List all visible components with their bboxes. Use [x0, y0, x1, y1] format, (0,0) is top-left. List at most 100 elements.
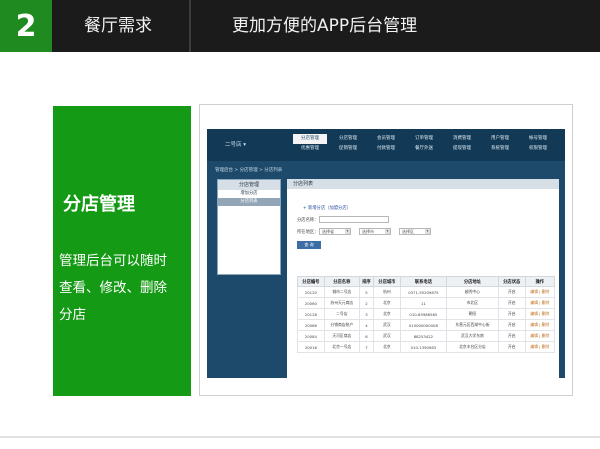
sidebar-item-add-store[interactable]: 增加分店	[218, 190, 280, 198]
cell: 0371-55209875	[399, 286, 448, 298]
cell: 朝阳	[446, 308, 499, 320]
cell: 010-1390983	[399, 341, 448, 353]
cell: 苏州天元商店	[323, 297, 360, 309]
feature-desc-line: 分店	[59, 307, 86, 323]
cell: 东营元区西湖中心街	[446, 319, 499, 331]
breadcrumb: 管理后台 > 分店管理 > 分店列表	[215, 168, 283, 173]
name-label: 分店名称：	[297, 218, 319, 223]
cell: 市北区	[446, 297, 499, 309]
feature-panel: 分店管理 管理后台可以随时 查看、修改、删除 分店	[53, 106, 191, 396]
screenshot-frame: 二号店 ▾ 分店管理 分店管理 会员管理 订单管理 消费管理 用户管理 帐号管理…	[199, 104, 573, 396]
row-actions[interactable]: 编辑 | 删除	[524, 297, 556, 309]
row-actions[interactable]: 编辑 | 删除	[524, 341, 556, 353]
admin-main: 分店列表 + 新增分店（加盟分店） 分店名称： 所在地区： 选择省 ▾ 选择市 ▾ …	[287, 179, 559, 378]
cell: 北京	[372, 308, 401, 320]
main-header: 分店列表	[287, 179, 559, 189]
cell: 20016	[297, 341, 325, 353]
cell: 11	[399, 297, 448, 309]
section-number: 2	[0, 0, 52, 52]
store-name-input[interactable]	[319, 216, 389, 223]
feature-desc-line: 查看、修改、删除	[59, 280, 167, 296]
nav-item[interactable]: 促销管理	[331, 144, 365, 154]
table-row: 20120 城市二号店 5 杭州 0371-55209875 越秀中心 开启 编…	[297, 286, 556, 298]
district-select[interactable]: 选择区 ▾	[399, 228, 431, 235]
nav-item[interactable]: 用户管理	[483, 134, 517, 144]
cell: 88253422	[399, 330, 448, 342]
chevron-down-icon: ▾	[385, 229, 390, 234]
col-header: 联系电话	[399, 276, 448, 287]
cell: 北京	[372, 297, 401, 309]
cell: 北京	[372, 341, 401, 353]
cell: 开启	[497, 286, 526, 298]
admin-topbar: 二号店 ▾ 分店管理 分店管理 会员管理 订单管理 消费管理 用户管理 帐号管理…	[207, 129, 565, 161]
feature-title: 分店管理	[63, 194, 135, 215]
col-header: 分店地址	[446, 276, 499, 287]
slide-header: 2 餐厅需求 更加方便的APP后台管理	[0, 0, 600, 52]
cell: 开启	[497, 341, 526, 353]
nav-item[interactable]: 分店管理	[293, 134, 327, 144]
nav-item[interactable]: 提现管理	[445, 144, 479, 154]
admin-sidebar: 分店管理 增加分店 分店列表	[217, 179, 281, 275]
cell: 6	[358, 330, 374, 342]
cell: 城市二号店	[323, 286, 360, 298]
province-select[interactable]: 选择省 ▾	[319, 228, 351, 235]
chevron-down-icon: ▾	[345, 229, 350, 234]
nav-item[interactable]: 优惠管理	[293, 144, 327, 154]
add-store-link-label: 新增分店（加盟分店）	[307, 206, 351, 211]
table-row: 20084 天河区商店 6 武汉 88253422 武汉大学东南 开启 编辑 |…	[297, 330, 556, 342]
chevron-down-icon: ▾	[425, 229, 430, 234]
row-actions[interactable]: 编辑 | 删除	[524, 330, 556, 342]
cell: 010-85986565	[399, 308, 448, 320]
query-button[interactable]: 查 询	[297, 241, 321, 249]
nav-item[interactable]: 系统管理	[483, 144, 517, 154]
col-header: 分店编号	[297, 276, 325, 287]
feature-desc-line: 管理后台可以随时	[59, 253, 167, 269]
nav-item[interactable]: 会员管理	[369, 134, 403, 144]
table-row: 20128 二号店 3 北京 010-85986565 朝阳 开启 编辑 | 删…	[297, 308, 556, 320]
cell: 开启	[497, 297, 526, 309]
nav-item[interactable]: 分店管理	[331, 134, 365, 144]
col-header: 分店状态	[497, 276, 526, 287]
nav-item[interactable]: 帐号管理	[521, 134, 555, 144]
cell: 4	[358, 319, 374, 331]
store-name: 二号店	[225, 142, 242, 148]
cell: 20084	[297, 330, 325, 342]
cell: 二号店	[323, 308, 360, 320]
admin-app: 二号店 ▾ 分店管理 分店管理 会员管理 订单管理 消费管理 用户管理 帐号管理…	[207, 129, 565, 378]
cell: 武汉	[372, 330, 401, 342]
nav-item[interactable]: 付款管理	[369, 144, 403, 154]
nav-item[interactable]: 餐厅外送	[407, 144, 441, 154]
cell: 武汉大学东南	[446, 330, 499, 342]
table-row: 20086 分销商店帐户 4 武汉 010000000008 东营元区西湖中心街…	[297, 319, 556, 331]
city-select-value: 选择市	[362, 229, 374, 234]
region-label: 所在地区：	[297, 230, 319, 235]
cell: 20120	[297, 286, 325, 298]
cell: 开启	[497, 319, 526, 331]
nav-item[interactable]: 订单管理	[407, 134, 441, 144]
col-header: 分店名称	[323, 276, 360, 287]
cell: 7	[358, 341, 374, 353]
nav-item[interactable]: 消费管理	[445, 134, 479, 144]
row-actions[interactable]: 编辑 | 删除	[524, 308, 556, 320]
store-logo[interactable]: 二号店 ▾	[225, 140, 246, 148]
cell: 武汉	[372, 319, 401, 331]
cell: 20086	[297, 319, 325, 331]
add-store-link[interactable]: + 新增分店（加盟分店）	[303, 205, 351, 211]
cell: 20060	[297, 297, 325, 309]
sidebar-item-store-list[interactable]: 分店列表	[218, 198, 280, 206]
sidebar-header: 分店管理	[218, 180, 280, 190]
cell: 3	[358, 308, 374, 320]
store-table: 分店编号 分店名称 排序 分店城市 联系电话 分店地址 分店状态 操作 2012…	[297, 276, 556, 353]
district-select-value: 选择区	[402, 229, 414, 234]
cell: 越秀中心	[446, 286, 499, 298]
col-header: 分店城市	[372, 276, 401, 287]
cell: 2	[358, 297, 374, 309]
col-header: 操作	[524, 276, 556, 287]
cell: 天河区商店	[323, 330, 360, 342]
nav-item[interactable]: 权限管理	[521, 144, 555, 154]
cell: 010000000008	[399, 319, 448, 331]
cell: 北京丰台区分店	[446, 341, 499, 353]
row-actions[interactable]: 编辑 | 删除	[524, 319, 556, 331]
city-select[interactable]: 选择市 ▾	[359, 228, 391, 235]
row-actions[interactable]: 编辑 | 删除	[524, 286, 556, 298]
